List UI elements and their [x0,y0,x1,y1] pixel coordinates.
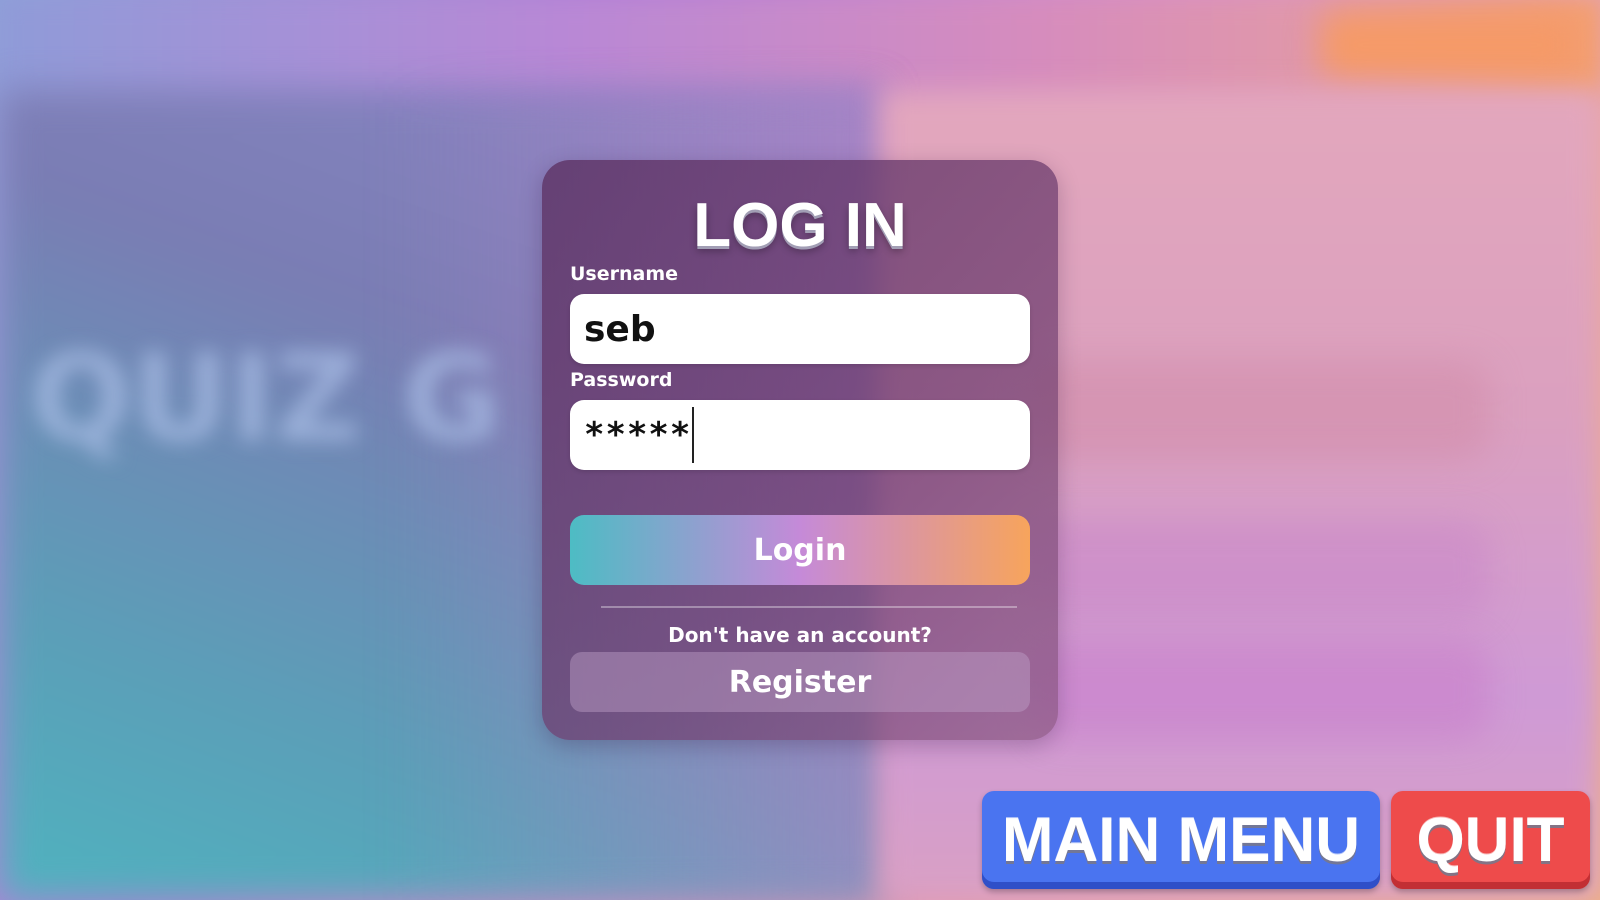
login-card: LOG IN Username seb Password ***** Login… [542,160,1058,740]
divider [601,606,1017,608]
blurred-header-glow [1320,10,1580,80]
main-menu-button[interactable]: MAIN MENU [982,791,1380,889]
login-button[interactable]: Login [570,515,1030,585]
blurred-row [1030,360,1490,460]
blurred-row [1030,640,1490,740]
blurred-game-title: QUIZ G [30,330,502,469]
quit-button[interactable]: QUIT [1391,791,1590,889]
blurred-row [1030,520,1490,620]
register-button[interactable]: Register [570,652,1030,712]
password-input[interactable]: ***** [570,400,1030,470]
text-caret [692,407,695,463]
register-prompt: Don't have an account? [668,623,932,647]
username-input[interactable]: seb [570,294,1030,364]
password-value: ***** [584,415,692,455]
login-title: LOG IN [693,191,907,260]
username-value: seb [584,308,656,350]
password-label: Password [570,369,673,391]
username-label: Username [570,263,679,285]
